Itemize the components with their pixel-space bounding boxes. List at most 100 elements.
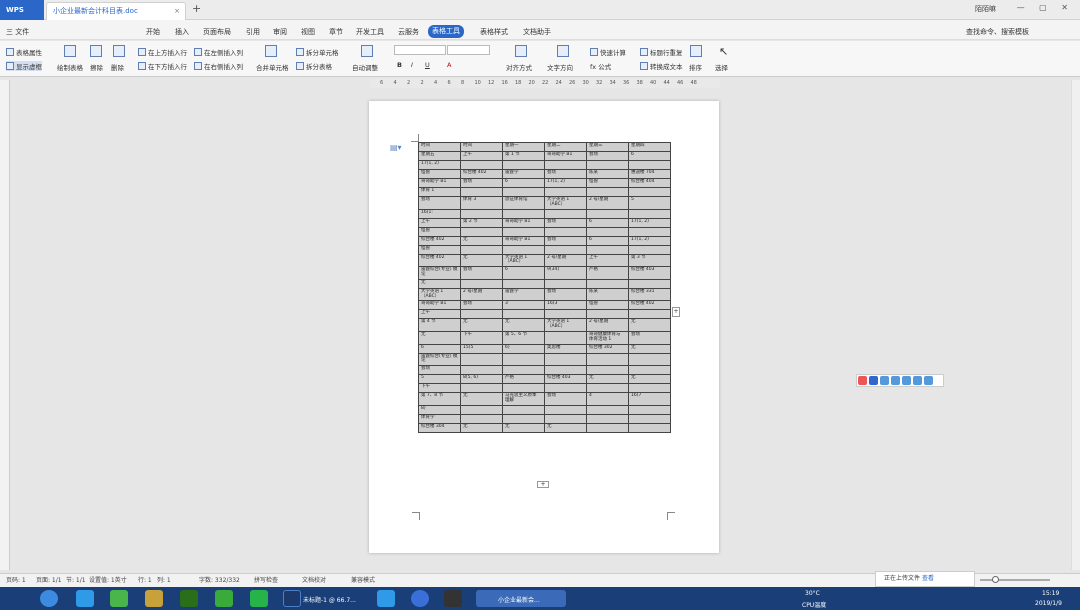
table-cell[interactable]: 雷霆学	[502, 169, 545, 179]
menu-item-insert[interactable]: 插入	[175, 26, 189, 38]
table-cell[interactable]: 体育 1	[418, 187, 461, 197]
table-cell[interactable]: 6	[628, 151, 671, 161]
table-cell[interactable]: 9(34)	[544, 266, 587, 280]
ime-punct-icon[interactable]	[891, 376, 900, 385]
table-cell[interactable]	[544, 208, 587, 219]
table-cell[interactable]	[502, 352, 545, 367]
table-cell[interactable]: 上午	[418, 309, 461, 320]
sort-button[interactable]: 排序	[689, 62, 702, 72]
table-cell[interactable]: 哥哥助学 B1	[418, 178, 461, 188]
doc-proof[interactable]: 文档校对	[302, 575, 326, 584]
erase-button[interactable]: 擦除	[90, 62, 103, 72]
text-direction-button[interactable]: 文字方向	[547, 62, 573, 72]
table-cell[interactable]	[502, 404, 545, 415]
ime-user-icon[interactable]	[913, 376, 922, 385]
table-cell[interactable]	[628, 352, 671, 367]
table-cell[interactable]	[628, 413, 671, 424]
table-cell[interactable]	[544, 309, 587, 320]
window-controls[interactable]: — ▢ ✕	[1017, 3, 1074, 12]
table-cell[interactable]: 15(5	[460, 343, 503, 354]
ime-logo-icon[interactable]	[858, 376, 867, 385]
ime-keyboard-icon[interactable]	[902, 376, 911, 385]
table-cell[interactable]: 上午	[460, 151, 503, 161]
table-cell[interactable]	[586, 226, 629, 237]
table-cell[interactable]: 怪兽	[586, 178, 629, 188]
table-cell[interactable]: 无	[460, 318, 503, 332]
table-cell[interactable]: 会场	[460, 300, 503, 311]
table-cell[interactable]	[502, 309, 545, 320]
menu-item-table-tools[interactable]: 表格工具	[428, 25, 464, 38]
table-cell[interactable]: 综合楼 403	[628, 266, 671, 280]
table-cell[interactable]: 无	[460, 422, 503, 433]
table-cell[interactable]: 综合楼 331	[628, 287, 671, 302]
table-cell[interactable]: 6	[586, 217, 629, 228]
table-cell[interactable]: 大学英语 1 （ABC）	[544, 318, 587, 332]
table-cell[interactable]: 综合楼 302	[586, 343, 629, 354]
table-cell[interactable]: 哥哥助学 B1	[502, 217, 545, 228]
table-cell[interactable]	[544, 226, 587, 237]
table-cell[interactable]: 第 1 节	[502, 151, 545, 161]
table-cell[interactable]: 6)	[502, 343, 545, 354]
table-cell[interactable]	[460, 404, 503, 415]
menu-item-developer[interactable]: 开发工具	[356, 26, 384, 38]
file-menu[interactable]: 三 文件	[6, 26, 29, 38]
split-table-button[interactable]: 拆分表格	[296, 61, 332, 71]
formula-button[interactable]: fx 公式	[590, 61, 611, 71]
table-cell[interactable]: 综合楼 402	[418, 235, 461, 246]
table-cell[interactable]	[586, 404, 629, 415]
font-name-select[interactable]	[394, 45, 446, 55]
table-cell[interactable]: 17(1, 2)	[418, 160, 461, 170]
table-cell[interactable]: 奥思楼	[544, 343, 587, 354]
ie-icon[interactable]	[76, 590, 94, 607]
table-cell[interactable]: 无	[502, 422, 545, 433]
table-cell[interactable]: 综合楼 402	[418, 253, 461, 268]
table-cell[interactable]: 会场	[544, 235, 587, 246]
table-cell[interactable]: 16(1:	[418, 208, 461, 219]
menu-item-cloud[interactable]: 云服务	[398, 26, 419, 38]
table-cell[interactable]: 会场	[586, 151, 629, 161]
table-cell[interactable]	[502, 383, 545, 394]
table-cell[interactable]: 严格	[586, 266, 629, 280]
table-cell[interactable]	[586, 187, 629, 197]
table-cell[interactable]	[460, 160, 503, 170]
menu-item-review[interactable]: 审阅	[273, 26, 287, 38]
table-cell[interactable]: 第 2 节	[460, 217, 503, 228]
italic-button[interactable]: I	[411, 61, 413, 69]
table-cell[interactable]	[460, 187, 503, 197]
table-cell[interactable]	[502, 244, 545, 255]
k-app-icon[interactable]	[411, 590, 429, 607]
table-cell[interactable]: 无	[418, 278, 461, 289]
vertical-ruler[interactable]	[0, 80, 10, 570]
upload-notice[interactable]: 正在上传文件 查看	[875, 571, 975, 587]
table-cell[interactable]: 陈某	[586, 169, 629, 179]
table-cell[interactable]: 怪兽	[418, 226, 461, 237]
table-cell[interactable]: 会场	[628, 330, 671, 345]
table-cell[interactable]	[544, 330, 587, 345]
ime-moon-icon[interactable]	[880, 376, 889, 385]
oc-app-icon[interactable]	[444, 590, 462, 607]
table-cell[interactable]: 会场	[418, 365, 461, 376]
clock-time[interactable]: 15:19	[1042, 590, 1059, 597]
table-cell[interactable]: 综合楼 304	[418, 422, 461, 433]
table-cell[interactable]: 星期五	[418, 151, 461, 161]
table-cell[interactable]	[460, 413, 503, 424]
table-cell[interactable]: 2 号/星期	[586, 318, 629, 332]
table-cell[interactable]: 无	[502, 318, 545, 332]
show-grid-button[interactable]: 显示虚框	[6, 61, 42, 71]
table-cell[interactable]: 第 3 节	[628, 253, 671, 268]
table-cell[interactable]	[460, 244, 503, 255]
table-cell[interactable]: 下午	[460, 330, 503, 345]
insert-above-button[interactable]: 在上方插入行	[138, 47, 187, 57]
table-cell[interactable]: 时间	[418, 142, 461, 152]
autofit-button[interactable]: 自动调整	[352, 62, 378, 72]
ie-task-icon[interactable]	[377, 590, 395, 607]
table-cell[interactable]: 无	[628, 318, 671, 332]
table-cell[interactable]	[502, 208, 545, 219]
add-row-button[interactable]: +	[537, 481, 549, 488]
quick-calc-button[interactable]: 快速计算	[590, 47, 626, 57]
table-cell[interactable]: 陈某	[586, 287, 629, 302]
table-cell[interactable]: 第 7、8 节	[418, 392, 461, 406]
table-cell[interactable]	[544, 365, 587, 376]
document-tab[interactable]: 小企业最新会计科目表.doc ×	[46, 2, 186, 20]
table-cell[interactable]: 无	[628, 374, 671, 385]
